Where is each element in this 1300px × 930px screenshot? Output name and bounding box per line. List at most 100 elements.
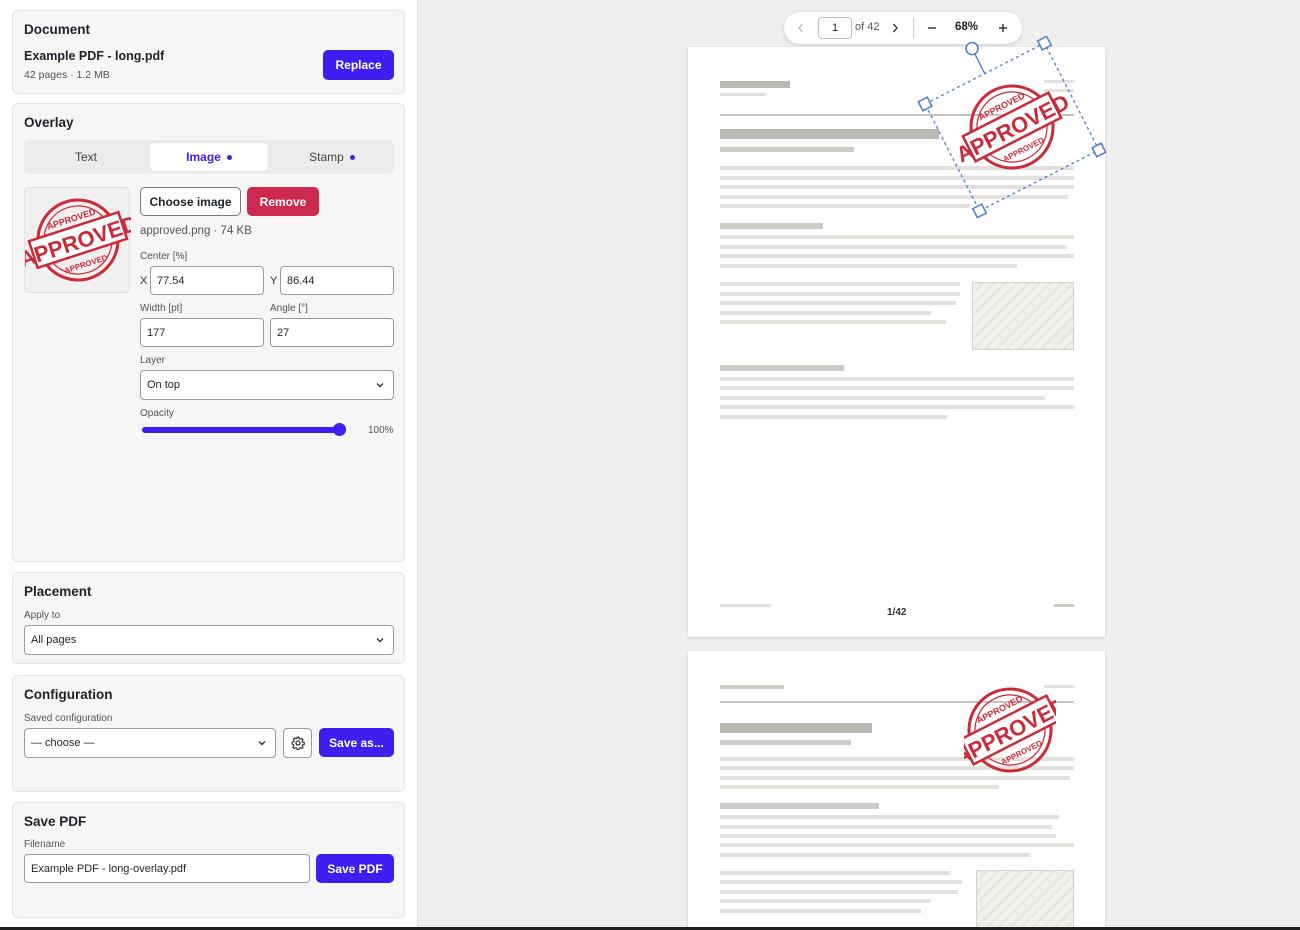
saved-config-label: Saved configuration — [24, 713, 113, 724]
pdf-viewer: 1 of 42 68% 1/42 APPROVED APPROVED APPRO… — [418, 0, 1300, 930]
rotate-handle[interactable] — [964, 41, 980, 57]
content-bar — [720, 377, 1074, 381]
width-label: Width [pt] — [140, 303, 183, 314]
page-number-input[interactable]: 1 — [818, 17, 852, 39]
content-bar — [720, 320, 946, 324]
tab-text[interactable]: Text — [27, 143, 145, 171]
placement-card: Placement Apply to All pages — [12, 572, 405, 664]
content-bar — [720, 899, 931, 903]
save-pdf-button[interactable]: Save PDF — [316, 854, 394, 883]
angle-input[interactable]: 27 — [270, 318, 394, 347]
tab-image[interactable]: Image — [150, 143, 268, 171]
save-as-button[interactable]: Save as... — [319, 728, 394, 757]
content-bar — [720, 909, 921, 913]
page-total: of 42 — [855, 21, 880, 33]
tab-stamp-label: Stamp — [309, 150, 344, 164]
configuration-title: Configuration — [24, 687, 113, 702]
overlay-tabs: Text Image Stamp — [24, 140, 394, 174]
angle-label: Angle [°] — [270, 303, 308, 314]
saved-config-value: — choose — — [31, 737, 95, 749]
document-card: Document Example PDF - long.pdf 42 pages… — [12, 10, 405, 94]
approved-stamp-page-1: APPROVED APPROVED APPROVED — [952, 84, 1073, 170]
content-bar — [720, 365, 844, 371]
choose-image-button[interactable]: Choose image — [140, 187, 241, 216]
apply-to-value: All pages — [31, 634, 77, 646]
content-bar — [720, 282, 960, 286]
chevron-right-icon[interactable] — [890, 22, 900, 34]
layer-select-value: On top — [147, 379, 181, 391]
zoom-out-icon[interactable] — [927, 23, 937, 33]
footer-bar — [1054, 604, 1074, 607]
footer-bar — [720, 604, 771, 607]
opacity-slider-thumb[interactable] — [333, 423, 346, 436]
width-input[interactable]: 177 — [140, 318, 264, 347]
content-bar — [720, 245, 1066, 249]
content-bar — [720, 223, 823, 229]
content-bar — [720, 880, 962, 884]
zoom-level: 68% — [955, 21, 979, 33]
sidebar: Document Example PDF - long.pdf 42 pages… — [0, 0, 418, 930]
document-title: Document — [24, 22, 91, 37]
chevron-down-icon — [376, 383, 384, 388]
resize-handle-bl[interactable] — [971, 203, 988, 219]
chevron-left-icon[interactable] — [796, 22, 806, 34]
x-label: X — [140, 275, 148, 287]
image-info: approved.png · 74 KB — [140, 225, 252, 237]
layer-select[interactable]: On top — [140, 370, 394, 400]
toolbar-divider — [913, 18, 914, 38]
overlay-selection[interactable]: APPROVED APPROVED APPROVED — [913, 36, 1107, 226]
content-bar — [720, 890, 958, 894]
apply-to-select[interactable]: All pages — [24, 625, 394, 655]
tab-stamp[interactable]: Stamp — [273, 143, 391, 171]
approved-stamp-thumbnail: APPROVED APPROVED APPROVED — [16, 198, 141, 282]
image-placeholder — [976, 870, 1074, 930]
content-bar — [720, 93, 766, 96]
content-bar — [720, 81, 790, 88]
content-bar — [720, 147, 854, 152]
content-bar — [720, 235, 1074, 239]
tab-image-label: Image — [186, 150, 221, 164]
overlay-card: Overlay Text Image Stamp APPROVED APPROV… — [12, 103, 405, 562]
filename-input[interactable]: Example PDF - long-overlay.pdf — [24, 854, 310, 883]
content-bar — [720, 301, 956, 305]
opacity-value: 100% — [368, 425, 394, 436]
center-y-input[interactable]: 86.44 — [280, 266, 394, 295]
resize-handle-tl[interactable] — [917, 96, 933, 112]
content-bar — [720, 843, 1074, 847]
resize-handle-br[interactable] — [1091, 142, 1107, 158]
layer-label: Layer — [140, 355, 166, 366]
document-meta: 42 pages · 1.2 MB — [24, 69, 110, 81]
tab-stamp-indicator — [349, 154, 355, 160]
content-bar — [720, 834, 1056, 838]
opacity-label: Opacity — [140, 408, 174, 419]
replace-button[interactable]: Replace — [323, 50, 394, 80]
content-bar — [720, 415, 947, 419]
configuration-card: Configuration Saved configuration — choo… — [12, 675, 405, 792]
tab-text-label: Text — [74, 150, 97, 164]
apply-to-label: Apply to — [24, 610, 61, 621]
content-bar — [720, 785, 999, 789]
content-bar — [720, 396, 1045, 400]
content-heading — [720, 129, 939, 139]
zoom-in-icon[interactable] — [998, 23, 1008, 33]
remove-button[interactable]: Remove — [247, 187, 319, 216]
content-bar — [720, 825, 1052, 829]
opacity-slider[interactable] — [142, 423, 346, 436]
content-bar — [720, 386, 1074, 390]
content-bar — [720, 254, 1074, 258]
chevron-down-icon — [258, 741, 266, 746]
config-settings-button[interactable] — [283, 728, 312, 758]
center-label: Center [%] — [140, 251, 188, 262]
gear-icon — [291, 736, 305, 750]
opacity-slider-fill — [142, 427, 346, 433]
chevron-down-icon — [376, 638, 384, 643]
content-bar — [720, 685, 784, 689]
tab-image-indicator — [226, 154, 232, 160]
center-x-input[interactable]: 77.54 — [150, 266, 264, 295]
content-bar — [720, 405, 1074, 409]
content-bar — [720, 853, 1030, 857]
content-bar — [720, 292, 960, 296]
page-footer-number: 1/42 — [887, 607, 907, 618]
saved-config-select[interactable]: — choose — — [24, 728, 276, 758]
resize-handle-tr[interactable] — [1036, 36, 1053, 51]
